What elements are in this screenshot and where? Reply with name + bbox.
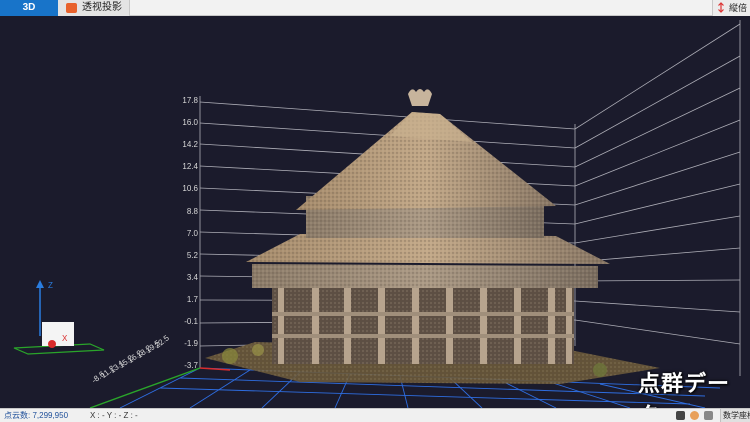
vertical-exaggeration-label: 縦倍 xyxy=(729,3,748,13)
tab-perspective-projection-label: 透视投影 xyxy=(82,2,122,13)
3d-viewport[interactable]: Z X 17.8 16.0 14.2 12.4 10.6 8.8 7.0 5.2 3.4 1.7 -… xyxy=(0,16,750,408)
y-axis-tick: 3.4 xyxy=(186,272,198,282)
exaggeration-icon xyxy=(718,2,724,13)
y-axis-tick: 17.8 xyxy=(182,96,198,105)
cursor-coordinates: X : - Y : - Z : - xyxy=(90,411,138,420)
y-axis-tick: 14.2 xyxy=(182,140,198,150)
top-tab-bar: 3D 透视投影 縦倍 xyxy=(0,0,750,16)
tab-perspective-projection[interactable]: 透视投影 xyxy=(58,0,130,16)
coordinate-system-selector[interactable]: 数学座標 xyxy=(720,409,750,422)
point-cloud-viewer-app: 3D 透视投影 縦倍 Z X 17.8 16.0 14.2 12.4 10.6 … xyxy=(0,0,750,422)
gizmo-x-label: X xyxy=(62,334,68,343)
scene-svg: Z X xyxy=(13,20,741,408)
y-axis-tick: 1.7 xyxy=(186,294,198,304)
user-icon[interactable] xyxy=(690,411,700,420)
y-axis-tick: 5.2 xyxy=(186,250,198,260)
y-axis-tick: 8.8 xyxy=(186,206,198,216)
x-axis-line xyxy=(199,367,231,371)
gizmo-z-label: Z xyxy=(48,281,53,290)
y-axis-tick: 12.4 xyxy=(182,162,198,172)
point-cloud-building xyxy=(205,89,660,384)
y-axis-tick: 10.6 xyxy=(182,184,198,194)
y-axis-tick: 16.0 xyxy=(182,118,198,128)
axis-gizmo xyxy=(13,280,105,355)
status-icons xyxy=(676,411,716,421)
cube-icon xyxy=(66,3,77,13)
settings-icon[interactable] xyxy=(704,411,714,420)
y-axis-tick: -0.1 xyxy=(184,317,198,326)
vertical-exaggeration-control[interactable]: 縦倍 xyxy=(712,0,750,16)
status-bar: 点云数: 7,299,950 X : - Y : - Z : - 数学座標 xyxy=(0,408,750,422)
y-axis-tick: 7.0 xyxy=(186,228,198,238)
point-count: 点云数: 7,299,950 xyxy=(4,411,69,420)
tab-3d[interactable]: 3D xyxy=(0,0,58,16)
y-axis-tick: -3.7 xyxy=(184,361,198,371)
camera-icon[interactable] xyxy=(676,411,685,420)
watermark-caption: 点群データ xyxy=(638,372,731,408)
